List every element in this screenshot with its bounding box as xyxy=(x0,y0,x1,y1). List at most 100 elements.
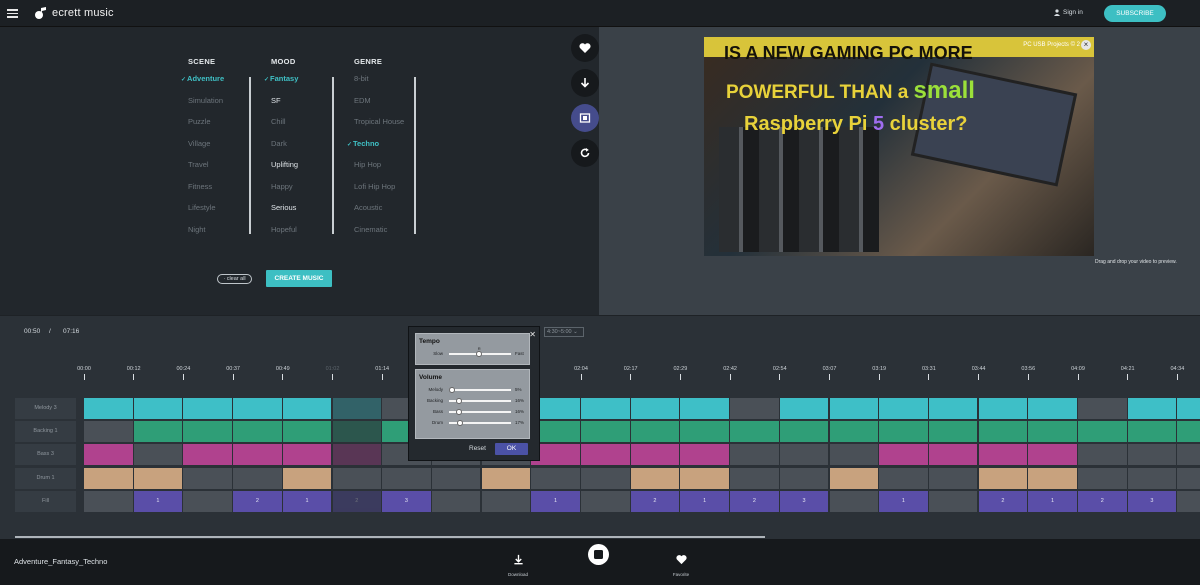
mood-option[interactable]: Uplifting xyxy=(271,160,298,182)
track-cell[interactable] xyxy=(1177,398,1200,419)
track-cell[interactable]: 2 xyxy=(978,490,1028,512)
volume-slider-knob[interactable] xyxy=(455,397,462,404)
timeline-tick[interactable]: 00:12 xyxy=(124,366,144,380)
hamburger-menu-icon[interactable] xyxy=(7,9,18,18)
track-cell[interactable] xyxy=(133,467,183,489)
stop-button[interactable] xyxy=(588,544,609,565)
track-cell[interactable] xyxy=(1177,421,1200,443)
video-preview[interactable]: IS A NEW GAMING PC MORE POWERFUL THAN a … xyxy=(704,37,1094,256)
favorite-button[interactable]: Favorite xyxy=(668,552,694,577)
mood-option[interactable]: Dark xyxy=(271,139,298,161)
track-cell[interactable] xyxy=(183,421,232,443)
track-cell[interactable] xyxy=(630,398,680,419)
genre-option[interactable]: Lofi Hip Hop xyxy=(354,182,404,204)
track-cell[interactable]: 1 xyxy=(531,490,580,512)
range-select[interactable]: 4:30~5:00 ⌄ xyxy=(544,327,584,337)
timeline-tick[interactable]: 01:14 xyxy=(372,366,392,380)
track-cell[interactable] xyxy=(978,467,1028,489)
genre-option[interactable]: EDM xyxy=(354,96,404,118)
track-cell[interactable] xyxy=(1177,444,1200,466)
track-cell[interactable] xyxy=(779,467,829,489)
track-cell[interactable] xyxy=(630,421,680,443)
track-cell[interactable] xyxy=(829,398,878,419)
track-cell[interactable] xyxy=(779,421,829,443)
scene-option[interactable]: Puzzle xyxy=(188,117,224,139)
track-cell[interactable] xyxy=(1127,398,1177,419)
regenerate-side-button[interactable] xyxy=(571,139,599,167)
track-cell[interactable] xyxy=(928,444,978,466)
timeline-scrollbar[interactable] xyxy=(15,536,765,538)
track-cell[interactable] xyxy=(978,398,1028,419)
track-cell[interactable]: 1 xyxy=(879,490,928,512)
track-cell[interactable]: 3 xyxy=(1127,490,1177,512)
logo[interactable]: ecrett music xyxy=(34,6,114,20)
track-cell[interactable] xyxy=(730,421,779,443)
track-cell[interactable] xyxy=(1028,421,1077,443)
timeline-tick[interactable]: 02:42 xyxy=(720,366,740,380)
timeline-tick[interactable]: 00:24 xyxy=(173,366,193,380)
timeline-tick[interactable]: 00:37 xyxy=(223,366,243,380)
track-cell[interactable] xyxy=(183,467,232,489)
track-cell[interactable] xyxy=(1127,467,1177,489)
track-cell[interactable] xyxy=(680,467,729,489)
track-cell[interactable] xyxy=(233,444,282,466)
mood-option[interactable]: Happy xyxy=(271,182,298,204)
track-cell[interactable] xyxy=(879,421,928,443)
track-cell[interactable] xyxy=(133,421,183,443)
track-cell[interactable] xyxy=(928,490,978,512)
video-side-button[interactable] xyxy=(571,104,599,132)
timeline-tick[interactable]: 04:09 xyxy=(1068,366,1088,380)
download-side-button[interactable] xyxy=(571,69,599,97)
timeline-tick[interactable]: 03:56 xyxy=(1018,366,1038,380)
scene-option[interactable]: Night xyxy=(188,225,224,247)
track-cell[interactable]: 1 xyxy=(680,490,729,512)
tempo-slider-knob[interactable] xyxy=(475,350,482,357)
track-cell[interactable] xyxy=(829,444,878,466)
track-cell[interactable] xyxy=(1078,421,1127,443)
mood-option[interactable]: Chill xyxy=(271,117,298,139)
genre-option[interactable]: Cinematic xyxy=(354,225,404,247)
scene-option[interactable]: Travel xyxy=(188,160,224,182)
track-cell[interactable] xyxy=(630,444,680,466)
sign-in-link[interactable]: Sign in xyxy=(1054,9,1083,16)
track-cell[interactable] xyxy=(779,444,829,466)
timeline-tick[interactable]: 02:29 xyxy=(670,366,690,380)
timeline-tick[interactable]: 03:44 xyxy=(969,366,989,380)
track-cell[interactable] xyxy=(332,467,381,489)
volume-slider-knob[interactable] xyxy=(456,419,463,426)
track-cell[interactable]: 2 xyxy=(332,490,381,512)
genre-option[interactable]: Tropical House xyxy=(354,117,404,139)
track-cell[interactable] xyxy=(84,444,133,466)
track-cell[interactable] xyxy=(332,444,381,466)
volume-slider-knob[interactable] xyxy=(449,386,456,393)
track-cell[interactable]: 2 xyxy=(730,490,779,512)
track-cell[interactable] xyxy=(928,467,978,489)
track-cell[interactable] xyxy=(581,421,630,443)
track-cell[interactable] xyxy=(282,444,332,466)
volume-track[interactable] xyxy=(449,389,511,391)
track-cell[interactable] xyxy=(630,467,680,489)
track-cell[interactable] xyxy=(730,398,779,419)
timeline-tick[interactable]: 04:21 xyxy=(1118,366,1138,380)
favorite-side-button[interactable] xyxy=(571,34,599,62)
track-cell[interactable] xyxy=(1078,444,1127,466)
track-cell[interactable] xyxy=(1177,490,1200,512)
track-cell[interactable] xyxy=(1127,444,1177,466)
track-cell[interactable] xyxy=(233,421,282,443)
track-cell[interactable] xyxy=(332,398,381,419)
track-cell[interactable] xyxy=(581,490,630,512)
track-cell[interactable] xyxy=(928,421,978,443)
track-cell[interactable] xyxy=(680,398,729,419)
track-cell[interactable] xyxy=(233,398,282,419)
timeline-tick[interactable]: 03:19 xyxy=(869,366,889,380)
track-cell[interactable] xyxy=(382,467,431,489)
timeline-tick[interactable]: 03:31 xyxy=(919,366,939,380)
track-cell[interactable] xyxy=(730,467,779,489)
track-cell[interactable]: 2 xyxy=(233,490,282,512)
timeline-tick[interactable]: 01:02 xyxy=(323,366,343,380)
track-cell[interactable] xyxy=(1078,467,1127,489)
ok-button[interactable]: OK xyxy=(495,443,528,455)
genre-option[interactable]: Acoustic xyxy=(354,203,404,225)
track-cell[interactable] xyxy=(928,398,978,419)
reset-button[interactable]: Reset xyxy=(469,445,486,452)
